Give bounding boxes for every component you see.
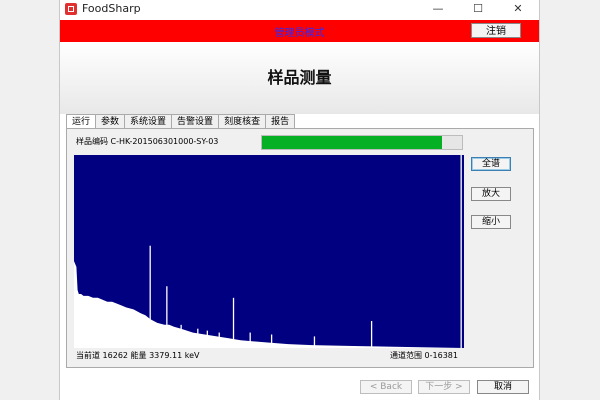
page-header: 样品测量 — [60, 42, 539, 114]
sample-code-value: C-HK-201506301000-SY-03 — [110, 137, 219, 146]
current-channel-value: 16262 — [102, 351, 128, 360]
logout-button[interactable]: 注销 — [471, 23, 521, 38]
tab-system-settings[interactable]: 系统设置 — [124, 114, 173, 129]
channel-range-status: 通道范围 0-16381 — [390, 350, 458, 361]
maximize-button[interactable]: ☐ — [458, 0, 498, 18]
title-bar: FoodSharp — ☐ ✕ — [60, 0, 539, 18]
close-button[interactable]: ✕ — [498, 0, 538, 18]
cancel-button[interactable]: 取消 — [477, 380, 529, 394]
tab-report[interactable]: 报告 — [265, 114, 296, 129]
measurement-progress-bar — [261, 135, 463, 150]
energy-value: 3379.11 keV — [149, 351, 200, 360]
zoom-in-button[interactable]: 放大 — [471, 187, 511, 201]
page-title: 样品测量 — [267, 68, 332, 87]
tab-parameters[interactable]: 参数 — [95, 114, 126, 129]
zoom-out-button[interactable]: 缩小 — [471, 215, 511, 229]
back-button[interactable]: < Back — [360, 380, 412, 394]
next-button[interactable]: 下一步 > — [418, 380, 470, 394]
tab-run[interactable]: 运行 — [66, 114, 97, 129]
app-window: FoodSharp — ☐ ✕ 管理员模式 注销 样品测量 运行 参数 系统设置… — [59, 0, 540, 400]
tab-alarm-settings[interactable]: 告警设置 — [171, 114, 220, 129]
channel-range-value: 0-16381 — [424, 351, 458, 360]
progress-fill — [262, 136, 442, 149]
current-channel-label: 当前道 — [76, 351, 100, 360]
app-logo-icon — [65, 3, 77, 15]
tab-strip: 运行 参数 系统设置 告警设置 刻度核查 报告 — [66, 114, 296, 129]
channel-range-label: 通道范围 — [390, 351, 422, 360]
tab-calibration-check[interactable]: 刻度核查 — [218, 114, 267, 129]
spectrum-chart[interactable] — [74, 155, 464, 348]
cursor-status: 当前道 16262 能量 3379.11 keV — [76, 350, 199, 361]
app-title: FoodSharp — [82, 2, 141, 15]
minimize-button[interactable]: — — [418, 0, 458, 18]
spectrum-area — [74, 261, 464, 348]
admin-mode-label: 管理员模式 — [274, 28, 325, 39]
sample-code-row: 样品编码 C-HK-201506301000-SY-03 — [76, 136, 218, 147]
full-spectrum-button[interactable]: 全谱 — [471, 157, 511, 171]
admin-banner: 管理员模式 注销 — [60, 20, 539, 42]
energy-label: 能量 — [130, 351, 147, 360]
sample-code-label: 样品编码 — [76, 137, 108, 146]
